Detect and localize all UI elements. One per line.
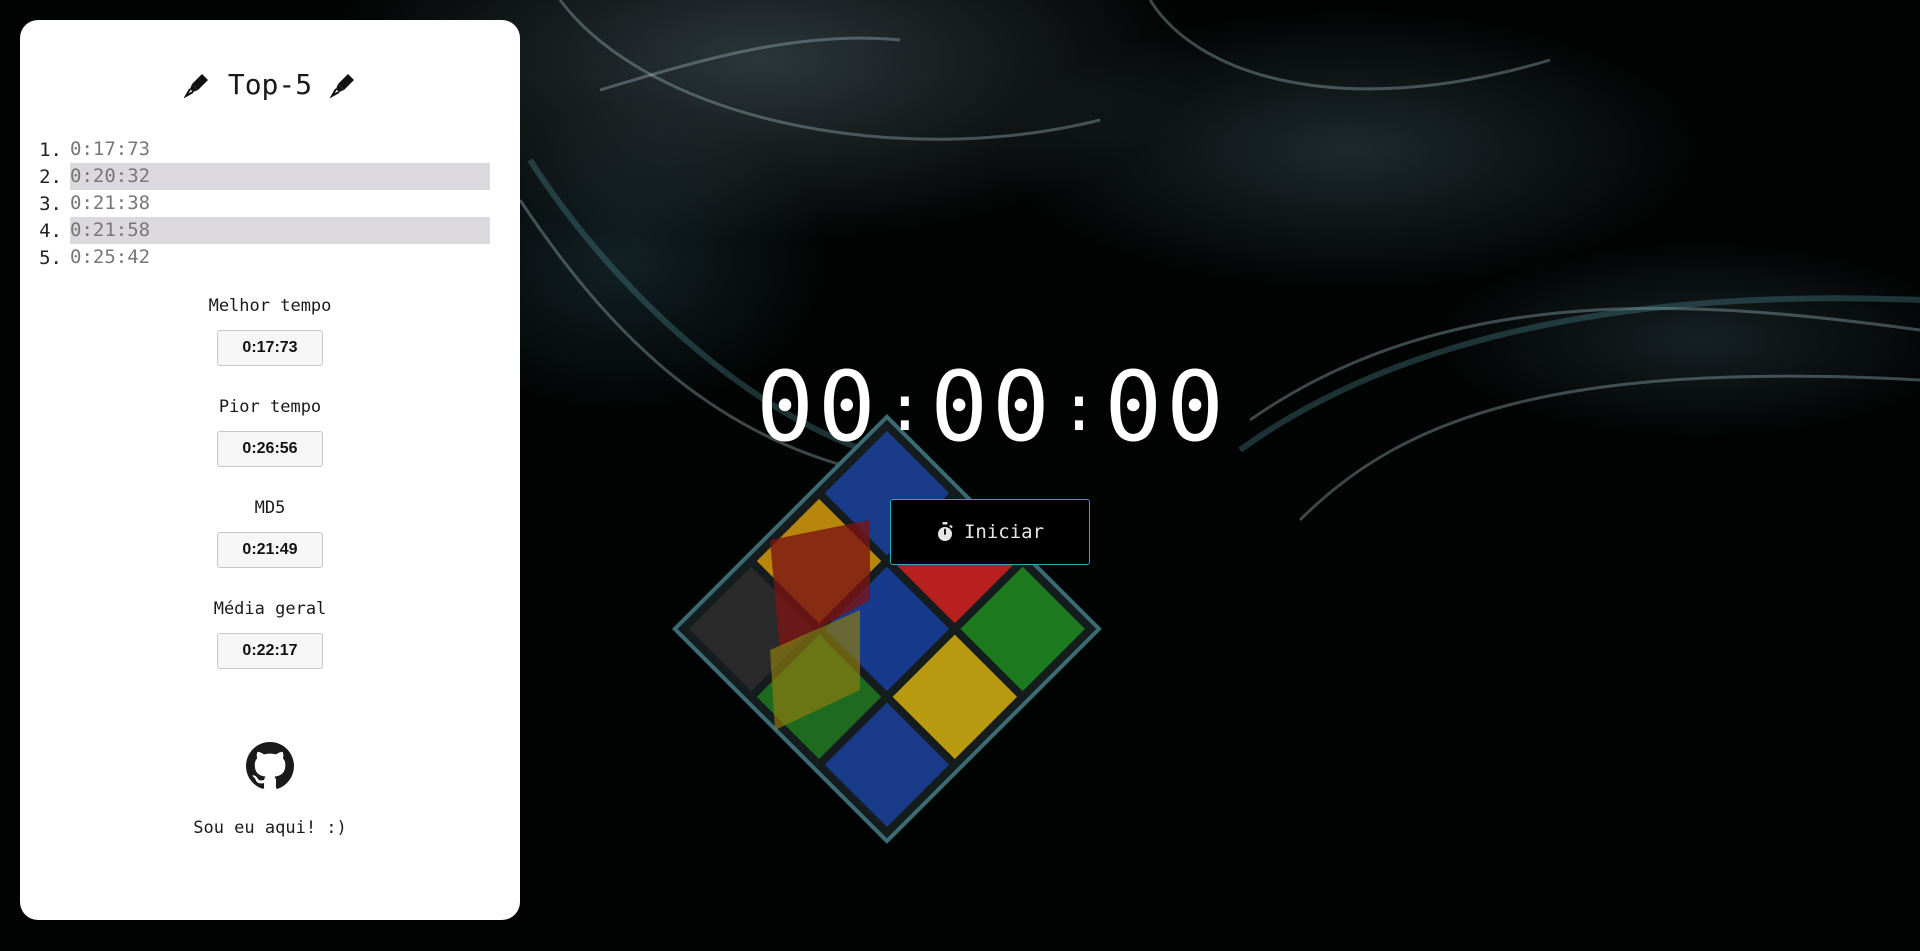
- md5-stat: MD5 0:21:49: [20, 498, 520, 568]
- panel-title: Top-5: [20, 68, 520, 101]
- list-item: 1. 0:17:73: [36, 136, 490, 163]
- start-button-label: Iniciar: [963, 521, 1045, 543]
- top-5-list: 1. 0:17:73 2. 0:20:32 3. 0:21:38 4. 0:21…: [36, 136, 490, 271]
- time-value: 0:21:58: [70, 217, 490, 244]
- rank-number: 3.: [39, 192, 62, 215]
- timer-seconds: 00: [930, 351, 1054, 463]
- github-icon[interactable]: [246, 742, 294, 790]
- github-caption[interactable]: Sou eu aqui! :): [20, 818, 520, 838]
- list-item: 2. 0:20:32: [36, 163, 490, 190]
- timer-separator: :: [1059, 372, 1099, 446]
- worst-time-value: 0:26:56: [217, 431, 323, 467]
- timer-minutes: 00: [756, 351, 880, 463]
- start-button[interactable]: Iniciar: [890, 499, 1090, 565]
- md5-label: MD5: [254, 498, 286, 518]
- time-value: 0:25:42: [70, 246, 151, 268]
- worst-time-label: Pior tempo: [218, 397, 322, 417]
- list-item: 5. 0:25:42: [36, 244, 490, 271]
- pen-icon: [330, 73, 355, 98]
- pen-icon: [183, 73, 208, 98]
- time-value: 0:21:38: [70, 192, 151, 214]
- average-value: 0:22:17: [217, 633, 323, 669]
- panel-title-text: Top-5: [227, 68, 313, 101]
- list-item: 4. 0:21:58: [36, 217, 490, 244]
- rank-number: 4.: [39, 219, 62, 242]
- average-stat: Média geral 0:22:17: [20, 599, 520, 669]
- timer-centiseconds: 00: [1104, 351, 1228, 463]
- md5-value: 0:21:49: [217, 532, 323, 568]
- stopwatch-icon: [937, 522, 953, 541]
- rank-number: 5.: [39, 246, 62, 269]
- time-value: 0:20:32: [70, 163, 490, 190]
- average-label: Média geral: [213, 599, 327, 619]
- best-time-stat: Melhor tempo 0:17:73: [20, 296, 520, 366]
- stats-panel: Top-5 1. 0:17:73 2. 0:20:32 3. 0:21:38 4…: [20, 20, 520, 920]
- timer-display: 00 : 00 : 00: [742, 351, 1242, 463]
- timer-separator: :: [885, 372, 925, 446]
- list-item: 3. 0:21:38: [36, 190, 490, 217]
- worst-time-stat: Pior tempo 0:26:56: [20, 397, 520, 467]
- rank-number: 1.: [39, 138, 62, 161]
- best-time-value: 0:17:73: [217, 330, 323, 366]
- time-value: 0:17:73: [70, 138, 151, 160]
- rank-number: 2.: [39, 165, 62, 188]
- best-time-label: Melhor tempo: [208, 296, 332, 316]
